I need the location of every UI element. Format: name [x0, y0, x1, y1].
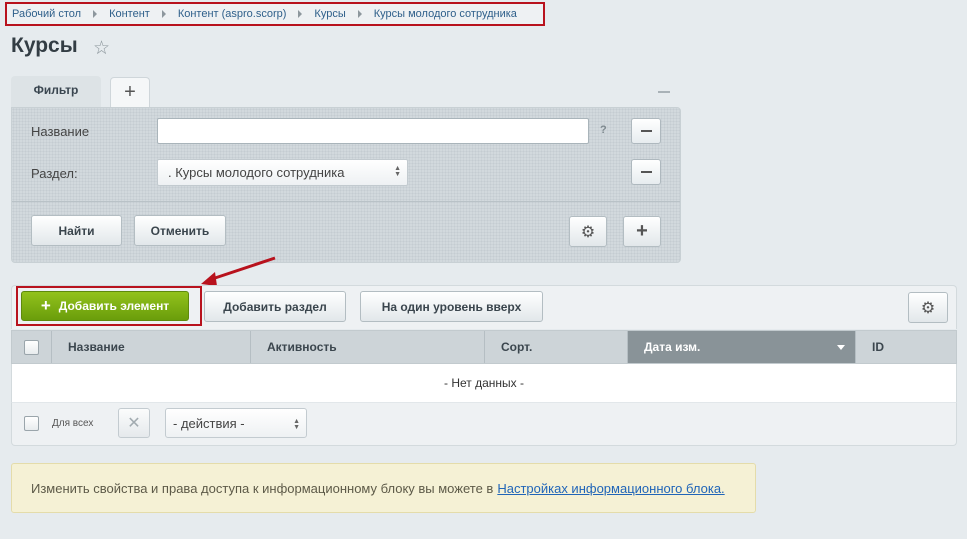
find-button[interactable]: Найти [31, 215, 122, 246]
filter-divider [12, 201, 680, 202]
cancel-button[interactable]: Отменить [134, 215, 226, 246]
close-icon: ✕ [127, 415, 141, 432]
section-select[interactable]: . Курсы молодого сотрудника ▲ ▼ [157, 159, 408, 186]
updown-arrows-icon: ▲ ▼ [394, 165, 401, 178]
filter-settings-button[interactable]: ⚙ [569, 216, 607, 247]
updown-arrows-icon: ▲ ▼ [293, 418, 300, 431]
breadcrumb-content[interactable]: Контент [109, 8, 150, 20]
breadcrumb-desktop[interactable]: Рабочий стол [12, 8, 81, 20]
column-activity[interactable]: Активность [251, 331, 485, 363]
actions-select-value: - действия - [173, 415, 245, 431]
column-date-modified-label: Дата изм. [644, 340, 701, 354]
empty-row: - Нет данных - [11, 364, 957, 402]
info-message: Изменить свойства и права доступа к инфо… [11, 463, 756, 513]
actions-select[interactable]: - действия - ▲ ▼ [165, 408, 307, 438]
breadcrumb-separator-icon [298, 10, 303, 18]
add-filter-field-button[interactable]: + [623, 216, 661, 247]
breadcrumb-content-scorp[interactable]: Контент (aspro.scorp) [178, 8, 287, 20]
add-filter-tab-button[interactable]: + [110, 77, 150, 107]
column-id[interactable]: ID [856, 331, 956, 363]
for-all-checkbox[interactable] [24, 416, 39, 431]
iblock-settings-link[interactable]: Настройках информационного блока. [497, 481, 724, 496]
level-up-button[interactable]: На один уровень вверх [360, 291, 543, 322]
column-name[interactable]: Название [52, 331, 251, 363]
remove-section-field-button[interactable] [631, 159, 661, 185]
page-title: Курсы [11, 34, 78, 57]
add-element-button[interactable]: + Добавить элемент [21, 291, 189, 321]
section-label: Раздел: [31, 166, 78, 181]
breadcrumb-separator-icon [93, 10, 98, 18]
column-sort[interactable]: Сорт. [485, 331, 628, 363]
plus-icon: + [124, 81, 136, 103]
sort-desc-icon [837, 345, 845, 350]
minus-icon [640, 130, 652, 132]
name-input[interactable] [157, 118, 589, 144]
breadcrumb: Рабочий стол Контент Контент (aspro.scor… [5, 2, 545, 26]
for-all-label: Для всех [52, 418, 94, 429]
help-icon[interactable]: ? [600, 124, 607, 136]
list-settings-button[interactable]: ⚙ [908, 292, 948, 323]
breadcrumb-courses[interactable]: Курсы [314, 8, 345, 20]
plus-icon: + [40, 296, 51, 315]
collapse-filter-icon[interactable] [658, 91, 670, 93]
name-label: Название [31, 124, 90, 139]
add-element-label: Добавить элемент [58, 299, 170, 313]
group-actions-bar [11, 402, 957, 446]
tab-filter[interactable]: Фильтр [11, 76, 101, 108]
breadcrumb-separator-icon [161, 10, 166, 18]
minus-icon [640, 171, 652, 173]
section-select-value: . Курсы молодого сотрудника [168, 165, 345, 180]
star-icon[interactable]: ☆ [93, 39, 110, 59]
column-date-modified[interactable]: Дата изм. [628, 331, 856, 363]
remove-name-field-button[interactable] [631, 118, 661, 144]
delete-selected-button[interactable]: ✕ [118, 408, 150, 438]
plus-icon: + [636, 220, 648, 242]
select-all-checkbox[interactable] [24, 339, 39, 355]
gear-icon: ⚙ [920, 299, 936, 317]
gear-icon: ⚙ [580, 223, 596, 241]
breadcrumb-separator-icon [357, 10, 362, 18]
breadcrumb-current[interactable]: Курсы молодого сотрудника [374, 8, 517, 20]
add-section-button[interactable]: Добавить раздел [204, 291, 346, 322]
table-header: Название Активность Сорт. Дата изм. ID [11, 330, 957, 364]
info-text: Изменить свойства и права доступа к инфо… [31, 480, 494, 496]
select-all-cell [12, 331, 52, 363]
